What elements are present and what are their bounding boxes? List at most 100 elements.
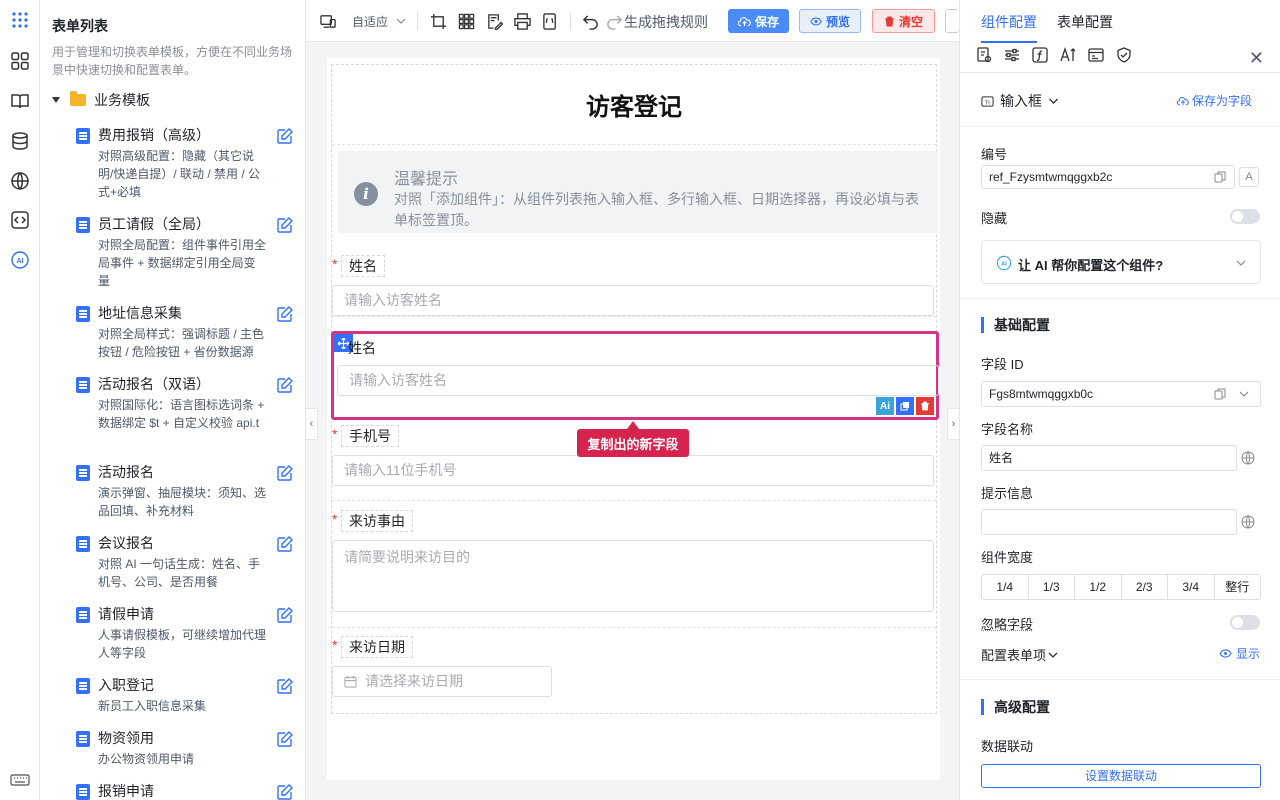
generate-drag-rule[interactable]: 生成拖拽规则: [624, 12, 708, 32]
edit-icon[interactable]: [276, 216, 294, 234]
tab-component-config[interactable]: 组件配置: [981, 12, 1037, 43]
template-item[interactable]: 报销申请: [76, 781, 296, 800]
width-option[interactable]: 2/3: [1122, 575, 1168, 599]
text-format-icon[interactable]: A: [1239, 167, 1259, 187]
field-reason[interactable]: * 来访事由 请简要说明来访目的: [332, 502, 936, 628]
edit-icon[interactable]: [276, 464, 294, 482]
database-icon[interactable]: [8, 129, 32, 153]
undo-icon[interactable]: [580, 11, 600, 31]
grid-icon[interactable]: [456, 11, 476, 31]
text-style-icon[interactable]: [1060, 47, 1076, 63]
field-date[interactable]: * 来访日期 请选择来访日期: [332, 628, 936, 714]
field-label: 来访日期: [341, 636, 413, 658]
json-icon[interactable]: [540, 11, 560, 31]
width-option[interactable]: 整行: [1215, 575, 1261, 599]
more-button[interactable]: [945, 9, 959, 33]
field-id-label: 字段 ID: [981, 357, 1024, 372]
edit-icon[interactable]: [276, 305, 294, 323]
date-picker[interactable]: 请选择来访日期: [332, 666, 552, 697]
close-icon[interactable]: ✕: [1249, 48, 1264, 69]
show-toggle-button[interactable]: 显示: [1219, 645, 1260, 662]
width-option[interactable]: 3/4: [1168, 575, 1215, 599]
print-icon[interactable]: [512, 11, 532, 31]
folder-business-templates[interactable]: 业务模板: [52, 90, 150, 110]
config-items-dropdown[interactable]: 配置表单项: [981, 645, 1058, 664]
ai-field-button[interactable]: Ai: [876, 397, 894, 415]
width-option[interactable]: 1/3: [1029, 575, 1075, 599]
globe-icon[interactable]: [1241, 451, 1255, 465]
edit-doc-icon[interactable]: [484, 11, 504, 31]
tab-form-config[interactable]: 表单配置: [1057, 12, 1113, 32]
template-item[interactable]: 物资领用 办公物资领用申请: [76, 728, 296, 773]
template-desc: 演示弹窗、抽屉模块：须知、选品回填、补充材料: [98, 486, 267, 518]
template-item[interactable]: 地址信息采集 对照全局样式：强调标题 / 主色按钮 / 危险按钮 + 省份数据源: [76, 303, 296, 365]
copy-icon[interactable]: [896, 397, 914, 415]
save-as-field-button[interactable]: 保存为字段: [1176, 92, 1252, 109]
crop-icon[interactable]: [428, 11, 448, 31]
id-input[interactable]: ref_Fzysmtwmqggxb2c: [981, 165, 1235, 189]
template-item[interactable]: 活动报名（双语） 对照国际化：语言图标选词条 + 数据绑定 $t + 自定义校验…: [76, 374, 296, 454]
ignore-field-label: 忽略字段: [981, 617, 1034, 632]
component-type-select[interactable]: Tt 输入框: [981, 91, 1059, 111]
globe-icon[interactable]: [8, 169, 32, 193]
template-item[interactable]: 会议报名 对照 AI 一句话生成：姓名、手机号、公司、是否用餐: [76, 533, 296, 595]
edit-icon[interactable]: [276, 730, 294, 748]
template-name: 物资领用: [98, 730, 154, 746]
book-icon[interactable]: [8, 89, 32, 113]
event-icon[interactable]: [1088, 47, 1104, 63]
device-icon[interactable]: [318, 11, 338, 31]
field-name-input[interactable]: 姓名: [981, 445, 1237, 471]
template-item[interactable]: 费用报销（高级） 对照高级配置：隐藏（其它说明/快递自提）/ 联动 / 禁用 /…: [76, 125, 296, 205]
width-option[interactable]: 1/4: [982, 575, 1029, 599]
preview-button[interactable]: 预览: [799, 9, 861, 33]
copy-icon[interactable]: [1214, 171, 1226, 183]
width-option[interactable]: 1/2: [1075, 575, 1122, 599]
adapt-select[interactable]: 自适应: [352, 13, 388, 30]
chevron-down-icon[interactable]: [1239, 390, 1249, 398]
keyboard-icon[interactable]: [8, 768, 32, 792]
edit-icon[interactable]: [276, 783, 294, 800]
edit-icon[interactable]: [276, 535, 294, 553]
edit-icon[interactable]: [276, 127, 294, 145]
phone-input[interactable]: 请输入11位手机号: [332, 455, 934, 486]
components-icon[interactable]: [8, 49, 32, 73]
panel-title: 表单列表: [52, 18, 108, 34]
form-title[interactable]: 访客登记: [332, 65, 936, 145]
function-icon[interactable]: [1032, 47, 1048, 63]
collapse-right-icon[interactable]: ›: [947, 408, 959, 440]
tip-alert[interactable]: i 温馨提示 对照「添加组件」：从组件列表拖入输入框、多行输入框、日期选择器，再…: [338, 151, 938, 233]
ignore-field-toggle[interactable]: [1230, 615, 1260, 630]
name-input[interactable]: 请输入访客姓名: [332, 285, 934, 316]
divider: [417, 12, 418, 30]
ai-assistant-icon[interactable]: AI: [8, 248, 32, 272]
copy-icon[interactable]: [1214, 388, 1226, 400]
delete-icon[interactable]: [916, 397, 934, 415]
save-button[interactable]: 保存: [728, 9, 789, 33]
template-item[interactable]: 请假申请 人事请假模板，可继续增加代理人等字段: [76, 604, 296, 666]
code-icon[interactable]: [8, 208, 32, 232]
selected-field[interactable]: 姓名 请输入访客姓名 Ai: [331, 331, 939, 420]
redo-icon[interactable]: [604, 11, 624, 31]
edit-icon[interactable]: [276, 376, 294, 394]
ai-config-card[interactable]: AI 让 AI 帮你配置这个组件?: [981, 240, 1261, 284]
field-name[interactable]: * 姓名 请输入访客姓名: [332, 247, 936, 317]
template-desc: 人事请假模板，可继续增加代理人等字段: [98, 628, 267, 660]
sliders-icon[interactable]: [1004, 47, 1020, 63]
shield-icon[interactable]: [1116, 47, 1132, 63]
selected-name-input[interactable]: 请输入访客姓名: [337, 365, 939, 396]
globe-icon[interactable]: [1241, 515, 1255, 529]
reason-textarea[interactable]: 请简要说明来访目的: [332, 540, 934, 612]
set-linkage-button[interactable]: 设置数据联动: [981, 764, 1261, 788]
props-icon[interactable]: [976, 47, 992, 63]
hidden-toggle[interactable]: [1230, 209, 1260, 224]
tip-info-input[interactable]: [981, 509, 1237, 535]
template-item[interactable]: 入职登记 新员工入职信息采集: [76, 675, 296, 720]
template-name: 会议报名: [98, 535, 154, 551]
template-item[interactable]: 活动报名 演示弹窗、抽屉模块：须知、选品回填、补充材料: [76, 462, 296, 524]
collapse-left-icon[interactable]: ‹: [306, 408, 318, 440]
apps-grid-icon[interactable]: [8, 8, 32, 32]
clear-button[interactable]: 清空: [872, 9, 935, 33]
edit-icon[interactable]: [276, 606, 294, 624]
edit-icon[interactable]: [276, 677, 294, 695]
template-item[interactable]: 员工请假（全局） 对照全局配置：组件事件引用全局事件 + 数据绑定引用全局变量: [76, 214, 296, 294]
